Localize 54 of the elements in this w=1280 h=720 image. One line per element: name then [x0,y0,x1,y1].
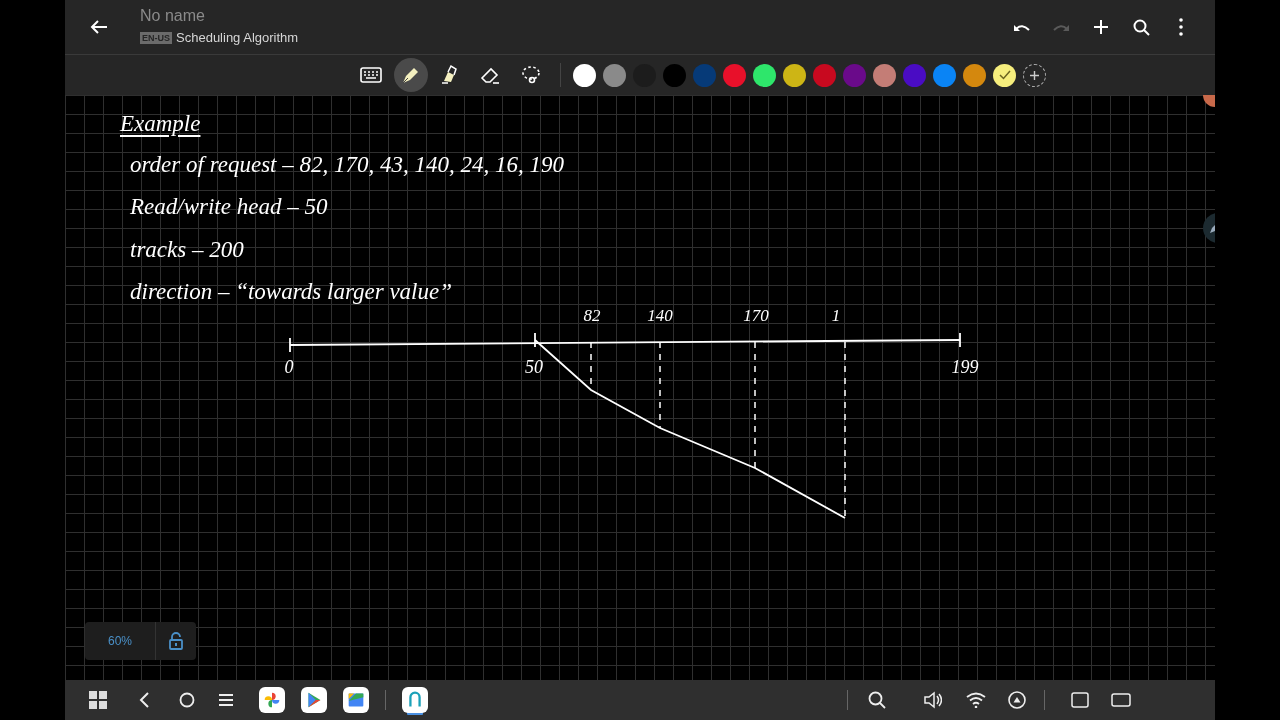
redo-icon [1052,22,1070,32]
note-title[interactable]: No name [140,6,299,27]
screenshot-icon[interactable] [1071,692,1089,708]
color-swatch[interactable] [843,63,866,87]
color-swatch[interactable] [783,63,806,87]
color-swatch[interactable] [693,63,716,87]
wifi-icon[interactable] [966,692,986,708]
search-icon[interactable] [868,691,886,709]
search-icon [1132,18,1150,36]
axis-label: 170 [743,306,769,325]
apps-grid-icon[interactable] [89,691,107,709]
plus-icon [1029,69,1040,81]
axis-label: 50 [525,357,543,377]
axis-label: 0 [284,357,294,377]
handwritten-line: order of request – 82, 170, 43, 140, 24, 16, 190 [130,150,564,179]
axis-label: 1 [831,306,841,325]
check-icon [998,70,1011,80]
plus-icon [1093,19,1109,35]
home-icon[interactable] [179,692,195,708]
color-swatch[interactable] [663,63,686,87]
keyboard-tray-icon[interactable] [1111,693,1131,707]
more-icon [1179,18,1183,36]
speaker-icon[interactable] [924,691,942,709]
category-label[interactable]: Scheduling Algorithm [176,28,299,48]
taskbar-app[interactable] [343,687,369,713]
note-canvas[interactable]: Example order of request – 82, 170, 43, 140, 24, 16, 190 Read/write head – 50 tracks – 200 direction – “towards larger value” 82 140 170 1 0 50 199 60% [65,95,1215,680]
handwritten-heading: Example [120,110,201,138]
color-swatch[interactable] [603,63,626,87]
axis-label: 199 [951,357,979,377]
color-swatch[interactable] [573,63,596,87]
back-nav-icon[interactable] [139,692,149,708]
handwritten-line: direction – “towards larger value” [130,278,452,306]
recents-icon[interactable] [219,693,233,707]
handwritten-line: Read/write head – 50 [130,193,328,221]
language-tag: EN-US [140,32,172,44]
color-swatch[interactable] [873,63,896,87]
color-swatch[interactable] [963,63,986,87]
axis-label: 140 [647,306,673,325]
taskbar-app[interactable] [402,687,428,713]
color-swatch[interactable] [753,63,776,87]
color-swatch[interactable] [933,63,956,87]
back-icon [90,19,108,35]
undo-icon [1012,22,1030,32]
color-swatch[interactable] [993,63,1016,87]
color-swatch[interactable] [903,63,926,87]
axis-label: 82 [583,306,601,325]
unlock-icon [167,632,185,650]
up-arrow-circle-icon[interactable] [1008,691,1026,709]
color-swatch[interactable] [723,63,746,87]
pen-tool[interactable] [394,58,428,92]
color-swatch[interactable] [813,63,836,87]
handwritten-line: tracks – 200 [130,235,244,264]
taskbar-app[interactable] [301,687,327,713]
taskbar-app[interactable] [259,687,285,713]
